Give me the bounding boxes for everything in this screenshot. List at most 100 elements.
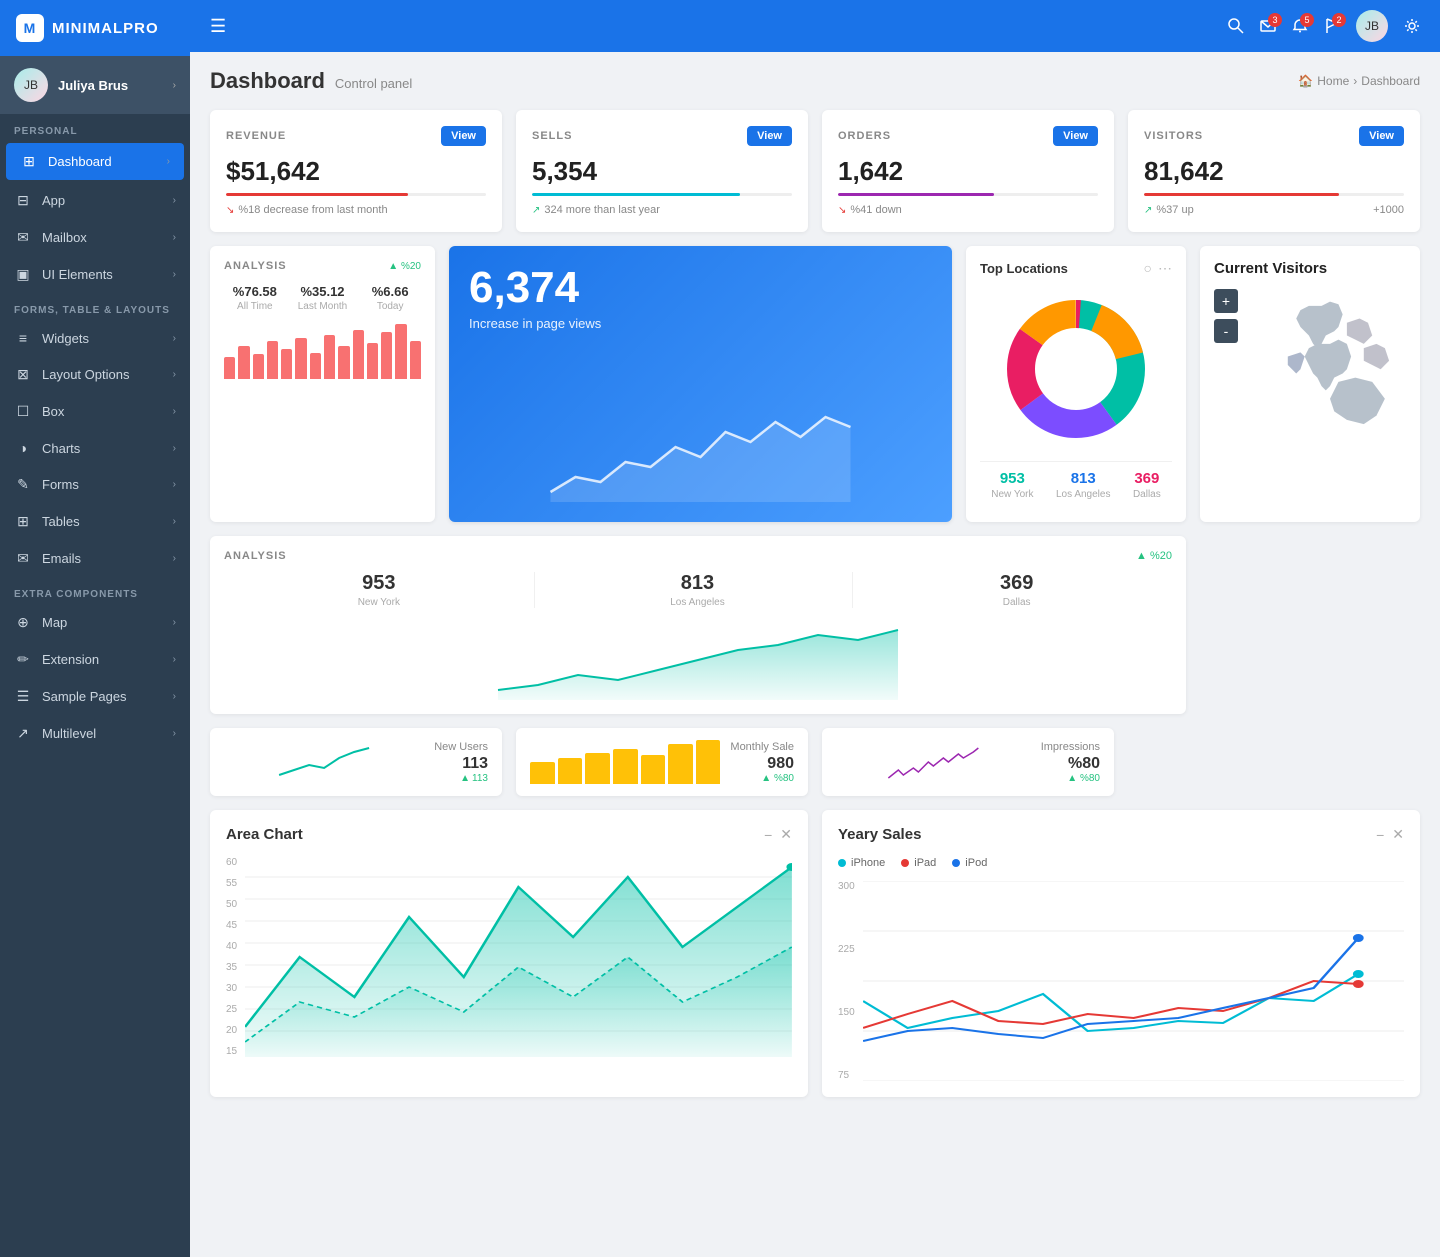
section-label-extra: EXTRA COMPONENTS [0, 577, 190, 604]
analysis2-la: 813 Los Angeles [543, 572, 854, 608]
revenue-view-button[interactable]: View [441, 126, 486, 146]
stat-card-sells: SELLS View 5,354 ↗ 324 more than last ye… [516, 110, 808, 232]
area-chart-y-axis: 60 55 50 45 40 35 30 25 20 15 [226, 857, 241, 1057]
sidebar-item-forms[interactable]: ✎ Forms › [0, 466, 190, 503]
breadcrumb-current: Dashboard [1361, 74, 1420, 88]
analysis-stat-today: %6.66 Today [359, 284, 421, 312]
area-chart-minimize-button[interactable]: − [764, 827, 772, 843]
a2-newyork-city: New York [224, 597, 534, 608]
y-75: 75 [838, 1070, 855, 1081]
monthly-sale-info: Monthly Sale 980 ▲ %80 [730, 741, 794, 784]
monthly-sale-chart [530, 740, 720, 784]
sidebar-item-layout-options[interactable]: ⊠ Layout Options › [0, 356, 190, 393]
locations-more-icon[interactable]: ⋯ [1158, 260, 1172, 277]
monthly-sale-badge: ▲ %80 [730, 773, 794, 784]
mini-stat-new-users: New Users 113 ▲113 [210, 728, 502, 796]
sidebar-item-app[interactable]: ⊟ App › [0, 182, 190, 219]
chevron-right-icon: › [173, 654, 176, 665]
legend-ipod: iPod [952, 857, 987, 869]
topbar-right: 3 5 2 JB [1228, 10, 1420, 42]
newyork-lbl: New York [991, 489, 1033, 500]
locations-options-icon[interactable]: ○ [1144, 260, 1152, 277]
sidebar-item-tables[interactable]: ⊞ Tables › [0, 503, 190, 540]
y-label-20: 20 [226, 1025, 237, 1036]
mail-button[interactable]: 3 [1260, 18, 1276, 34]
breadcrumb: 🏠 Home › Dashboard [1298, 74, 1420, 88]
user-avatar-button[interactable]: JB [1356, 10, 1388, 42]
charts-icon: ◑ [14, 440, 32, 456]
sells-label: SELLS [532, 130, 572, 142]
map-icon: ⊕ [14, 614, 32, 631]
sidebar-item-ui-elements[interactable]: ▣ UI Elements › [0, 256, 190, 293]
area-chart-close-button[interactable]: ✕ [780, 826, 792, 843]
sidebar-item-label: Box [42, 404, 163, 419]
sidebar-item-charts[interactable]: ◑ Charts › [0, 430, 190, 466]
a2-la-num: 813 [543, 572, 853, 595]
bar-13 [395, 324, 406, 379]
sidebar-item-mailbox[interactable]: ✉ Mailbox › [0, 219, 190, 256]
revenue-value: $51,642 [226, 156, 486, 187]
y-label-60: 60 [226, 857, 237, 868]
notifications-button[interactable]: 5 [1292, 18, 1308, 34]
area-chart-svg-container [245, 857, 792, 1057]
sidebar-item-box[interactable]: ☐ Box › [0, 393, 190, 430]
sidebar-item-multilevel[interactable]: ↗ Multilevel › [0, 715, 190, 752]
extension-icon: ✏ [14, 651, 32, 668]
forms-icon: ✎ [14, 476, 32, 493]
settings-button[interactable] [1404, 18, 1420, 34]
yearly-sales-title: Yeary Sales [838, 826, 921, 843]
analysis2-area-chart [224, 620, 1172, 700]
orders-label: ORDERS [838, 130, 891, 142]
analysis2-title: ANALYSIS [224, 550, 287, 562]
home-icon: 🏠 [1298, 74, 1313, 88]
sidebar-item-emails[interactable]: ✉ Emails › [0, 540, 190, 577]
mini-stat-impressions: Impressions %80 ▲ %80 [822, 728, 1114, 796]
sidebar-item-dashboard[interactable]: ⊞ Dashboard › [6, 143, 184, 180]
flag-button[interactable]: 2 [1324, 18, 1340, 34]
chevron-right-icon: › [173, 617, 176, 628]
sidebar-item-map[interactable]: ⊕ Map › [0, 604, 190, 641]
chevron-right-icon: › [173, 195, 176, 206]
bar-10 [353, 330, 364, 380]
orders-value: 1,642 [838, 156, 1098, 187]
dashboard-icon: ⊞ [20, 153, 38, 170]
yearly-sales-controls: − ✕ [1376, 826, 1404, 843]
location-la: 813 Los Angeles [1056, 470, 1111, 500]
map-zoom-in-button[interactable]: + [1214, 289, 1238, 313]
ipad-dot [901, 859, 909, 867]
bar-9 [338, 346, 349, 379]
impressions-label: Impressions [1041, 741, 1100, 753]
chevron-right-icon: › [173, 691, 176, 702]
map-zoom-out-button[interactable]: - [1214, 319, 1238, 343]
orders-view-button[interactable]: View [1053, 126, 1098, 146]
sells-view-button[interactable]: View [747, 126, 792, 146]
sidebar-item-sample-pages[interactable]: ☰ Sample Pages › [0, 678, 190, 715]
breadcrumb-home[interactable]: Home [1317, 74, 1349, 88]
new-users-label: New Users [434, 741, 488, 753]
la-val: 813 [1056, 470, 1111, 487]
revenue-label: REVENUE [226, 130, 286, 142]
stat-card-orders: ORDERS View 1,642 ↘ %41 down [822, 110, 1114, 232]
new-users-badge: ▲113 [434, 773, 488, 784]
y-label-55: 55 [226, 878, 237, 889]
new-users-val: 113 [434, 755, 488, 773]
analysis2-newyork: 953 New York [224, 572, 535, 608]
visitors-card-title: Current Visitors [1214, 260, 1406, 277]
iphone-label: iPhone [851, 857, 885, 869]
bar-5 [281, 349, 292, 379]
hamburger-icon[interactable]: ☰ [210, 16, 226, 37]
search-button[interactable] [1228, 18, 1244, 34]
lastmonth-val: %35.12 [292, 284, 354, 299]
today-val: %6.66 [359, 284, 421, 299]
monthly-sale-label: Monthly Sale [730, 741, 794, 753]
sidebar-item-extension[interactable]: ✏ Extension › [0, 641, 190, 678]
mid-row: ANALYSIS ▲ %20 %76.58 All Time %35.12 La… [210, 246, 1420, 522]
impressions-val: %80 [1041, 755, 1100, 773]
visitors-view-button[interactable]: View [1359, 126, 1404, 146]
page-subtitle: Control panel [335, 76, 412, 91]
yearly-sales-close-button[interactable]: ✕ [1392, 826, 1404, 843]
sidebar-item-widgets[interactable]: ≡ Widgets › [0, 320, 190, 356]
impressions-chart [836, 740, 1031, 784]
yearly-sales-minimize-button[interactable]: − [1376, 827, 1384, 843]
sidebar-user[interactable]: JB Juliya Brus › [0, 56, 190, 114]
